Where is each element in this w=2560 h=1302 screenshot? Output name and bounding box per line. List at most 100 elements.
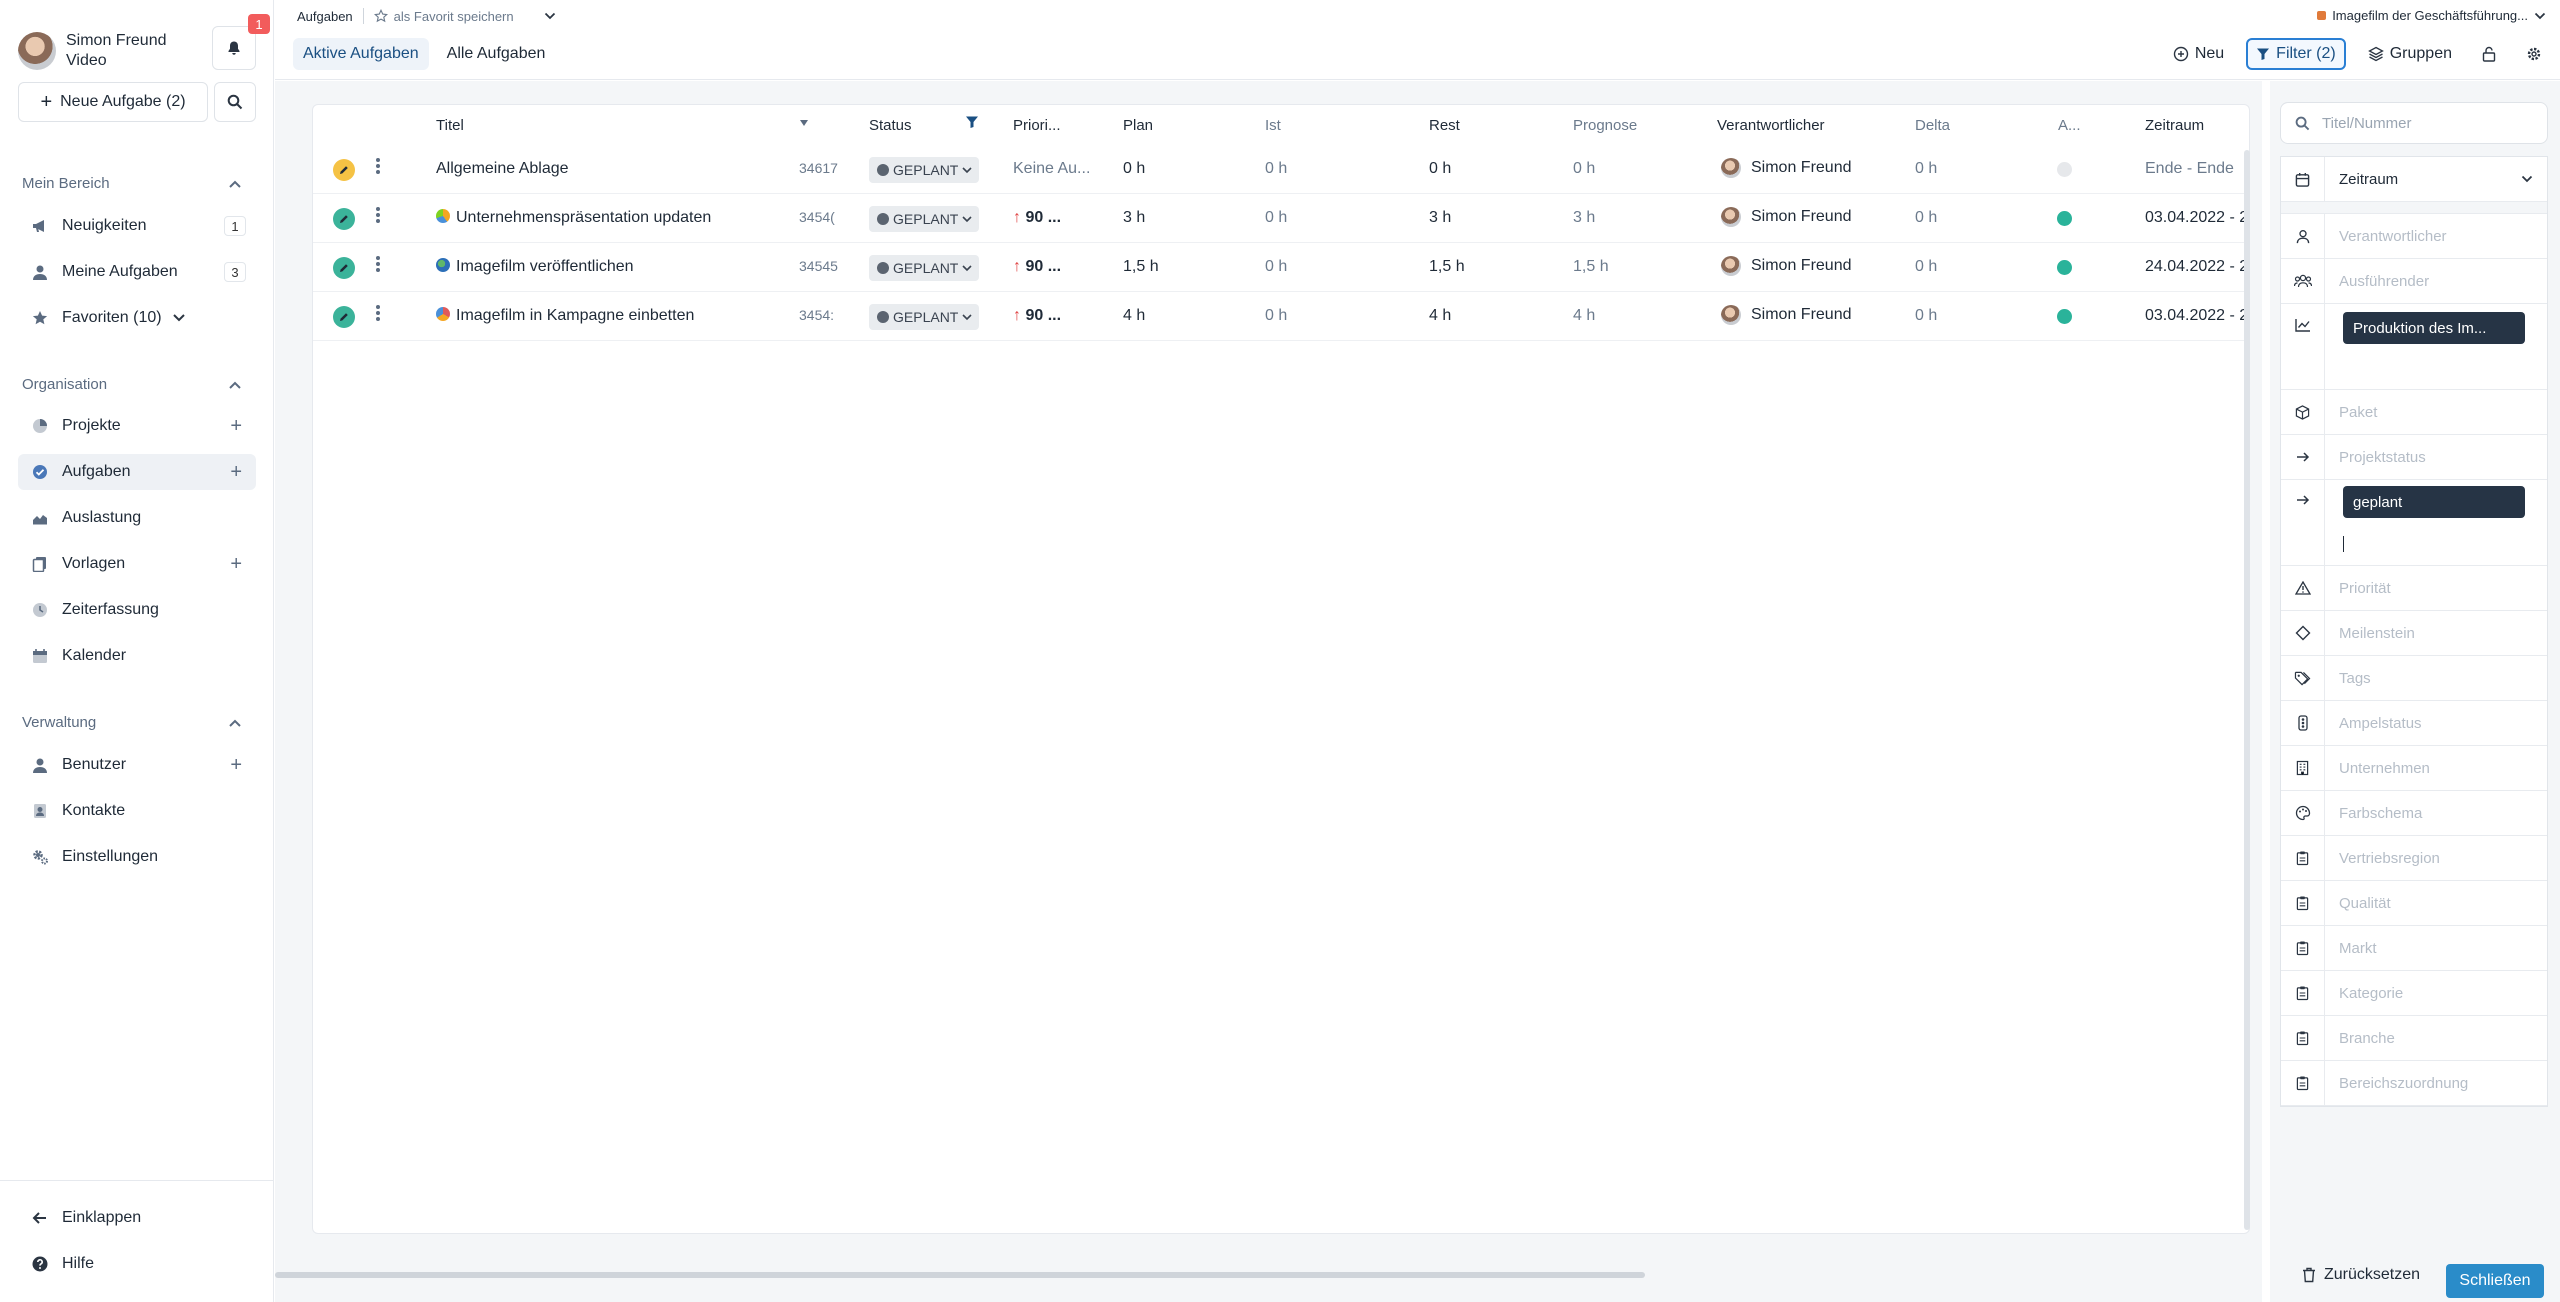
more-options-icon[interactable] (375, 304, 383, 322)
filter-bereichszuordnung[interactable]: Bereichszuordnung (2281, 1061, 2547, 1106)
sidebar-item-aufgaben[interactable]: Aufgaben + (18, 454, 256, 490)
new-button[interactable]: Neu (2165, 38, 2232, 70)
filter-zeitraum[interactable]: Zeitraum (2281, 157, 2547, 202)
filter-chip-status[interactable]: geplant (2343, 486, 2525, 518)
filter-projekt[interactable]: Produktion des Im... (2281, 304, 2547, 390)
filter-chip-projekt[interactable]: Produktion des Im... (2343, 312, 2525, 344)
sidebar-item-einstellungen[interactable]: Einstellungen (18, 839, 256, 875)
settings-button[interactable] (2518, 38, 2550, 70)
column-header-a[interactable]: A... (2058, 117, 2081, 134)
column-header-status[interactable]: Status (869, 117, 912, 134)
section-organisation[interactable]: Organisation (22, 376, 242, 393)
filter-vertriebsregion[interactable]: Vertriebsregion (2281, 836, 2547, 881)
sidebar-item-vorlagen[interactable]: Vorlagen + (18, 546, 256, 582)
save-favorite-button[interactable]: als Favorit speichern (373, 9, 514, 24)
column-header-prognose[interactable]: Prognose (1573, 117, 1637, 134)
add-task-icon[interactable]: + (230, 462, 242, 482)
vertical-scrollbar[interactable] (2244, 150, 2250, 1230)
sidebar-item-projekte[interactable]: Projekte + (18, 408, 256, 444)
status-dropdown[interactable]: GEPLANT (869, 255, 979, 281)
filter-qualitaet[interactable]: Qualität (2281, 881, 2547, 926)
user-profile[interactable]: Simon Freund Video (18, 24, 167, 78)
column-header-ist[interactable]: Ist (1265, 117, 1281, 134)
add-project-icon[interactable]: + (230, 416, 242, 436)
task-title-cell[interactable]: Imagefilm in Kampagne einbetten (436, 307, 694, 325)
filter-active-icon[interactable] (965, 115, 979, 129)
filter-kategorie[interactable]: Kategorie (2281, 971, 2547, 1016)
filter-search-input[interactable]: Titel/Nummer (2280, 102, 2548, 144)
sidebar-item-meine-aufgaben[interactable]: Meine Aufgaben 3 (18, 254, 256, 290)
section-mein-bereich[interactable]: Mein Bereich (22, 175, 242, 192)
sidebar-item-benutzer[interactable]: Benutzer + (18, 747, 256, 783)
status-dropdown[interactable]: GEPLANT (869, 157, 979, 183)
filter-ausfuehrender[interactable]: Ausführender (2281, 259, 2547, 304)
filter-farbschema[interactable]: Farbschema (2281, 791, 2547, 836)
more-options-icon[interactable] (375, 206, 383, 224)
collapse-sidebar-button[interactable]: Einklappen (18, 1200, 256, 1236)
table-row[interactable]: Unternehmenspräsentation updaten 3454( G… (313, 194, 2249, 243)
filter-unternehmen[interactable]: Unternehmen (2281, 746, 2547, 791)
status-dropdown[interactable]: GEPLANT (869, 304, 979, 330)
lock-button[interactable] (2474, 38, 2504, 70)
sidebar-item-zeiterfassung[interactable]: Zeiterfassung (18, 592, 256, 628)
sort-desc-icon[interactable] (799, 119, 809, 127)
sidebar-item-kontakte[interactable]: Kontakte (18, 793, 256, 829)
table-row[interactable]: Imagefilm in Kampagne einbetten 3454: GE… (313, 292, 2249, 341)
column-header-plan[interactable]: Plan (1123, 117, 1153, 134)
filter-paket[interactable]: Paket (2281, 390, 2547, 435)
edit-pencil-icon[interactable] (333, 159, 355, 181)
sidebar-item-auslastung[interactable]: Auslastung (18, 500, 256, 536)
groups-button[interactable]: Gruppen (2360, 38, 2460, 70)
table-row[interactable]: Allgemeine Ablage 34617 GEPLANT Keine Au… (313, 145, 2249, 194)
owner-cell[interactable]: Simon Freund (1721, 158, 1852, 178)
rest-value: 3 h (1429, 209, 1452, 226)
tab-aktive-aufgaben[interactable]: Aktive Aufgaben (293, 38, 429, 70)
owner-cell[interactable]: Simon Freund (1721, 305, 1852, 325)
project-selector[interactable]: Imagefilm der Geschäftsführung... (2317, 8, 2546, 23)
owner-cell[interactable]: Simon Freund (1721, 256, 1852, 276)
filter-prioritaet[interactable]: Priorität (2281, 566, 2547, 611)
edit-pencil-icon[interactable] (333, 306, 355, 328)
more-options-icon[interactable] (375, 157, 383, 175)
close-filter-button[interactable]: Schließen (2446, 1264, 2544, 1298)
column-header-rest[interactable]: Rest (1429, 117, 1460, 134)
status-dropdown[interactable]: GEPLANT (869, 206, 979, 232)
add-user-icon[interactable]: + (230, 755, 242, 775)
filter-projektstatus[interactable]: Projektstatus (2281, 435, 2547, 480)
filter-ampelstatus[interactable]: Ampelstatus (2281, 701, 2547, 746)
filter-button[interactable]: Filter (2) (2246, 38, 2346, 70)
chevron-down-icon[interactable] (172, 313, 186, 323)
section-verwaltung[interactable]: Verwaltung (22, 714, 242, 731)
owner-cell[interactable]: Simon Freund (1721, 207, 1852, 227)
new-task-button[interactable]: + Neue Aufgabe (2) (18, 82, 208, 122)
tab-alle-aufgaben[interactable]: Alle Aufgaben (437, 38, 556, 70)
filter-verantwortlicher[interactable]: Verantwortlicher (2281, 214, 2547, 259)
task-title-cell[interactable]: Imagefilm veröffentlichen (436, 258, 634, 276)
column-header-delta[interactable]: Delta (1915, 117, 1950, 134)
task-title[interactable]: Allgemeine Ablage (436, 160, 569, 178)
column-header-zeitraum[interactable]: Zeitraum (2145, 117, 2204, 134)
column-header-owner[interactable]: Verantwortlicher (1717, 117, 1825, 134)
sidebar-item-kalender[interactable]: Kalender (18, 638, 256, 674)
add-template-icon[interactable]: + (230, 554, 242, 574)
table-row[interactable]: Imagefilm veröffentlichen 34545 GEPLANT … (313, 243, 2249, 292)
edit-pencil-icon[interactable] (333, 208, 355, 230)
sidebar-item-favoriten[interactable]: Favoriten (10) (18, 300, 256, 336)
edit-pencil-icon[interactable] (333, 257, 355, 279)
horizontal-scrollbar[interactable] (275, 1272, 1645, 1278)
filter-markt[interactable]: Markt (2281, 926, 2547, 971)
filter-branche[interactable]: Branche (2281, 1016, 2547, 1061)
filter-status[interactable]: geplant (2281, 480, 2547, 566)
column-header-priority[interactable]: Priori... (1013, 117, 1061, 134)
search-button[interactable] (214, 82, 256, 122)
filter-meilenstein[interactable]: Meilenstein (2281, 611, 2547, 656)
help-button[interactable]: Hilfe (18, 1246, 256, 1282)
sidebar-item-neuigkeiten[interactable]: Neuigkeiten 1 (18, 208, 256, 244)
filter-tags[interactable]: Tags (2281, 656, 2547, 701)
chevron-down-icon[interactable] (544, 12, 556, 20)
breadcrumb-current[interactable]: Aufgaben (297, 9, 353, 24)
task-title-cell[interactable]: Unternehmenspräsentation updaten (436, 209, 711, 227)
reset-filter-button[interactable]: Zurücksetzen (2302, 1266, 2420, 1284)
column-header-title[interactable]: Titel (436, 117, 464, 134)
more-options-icon[interactable] (375, 255, 383, 273)
